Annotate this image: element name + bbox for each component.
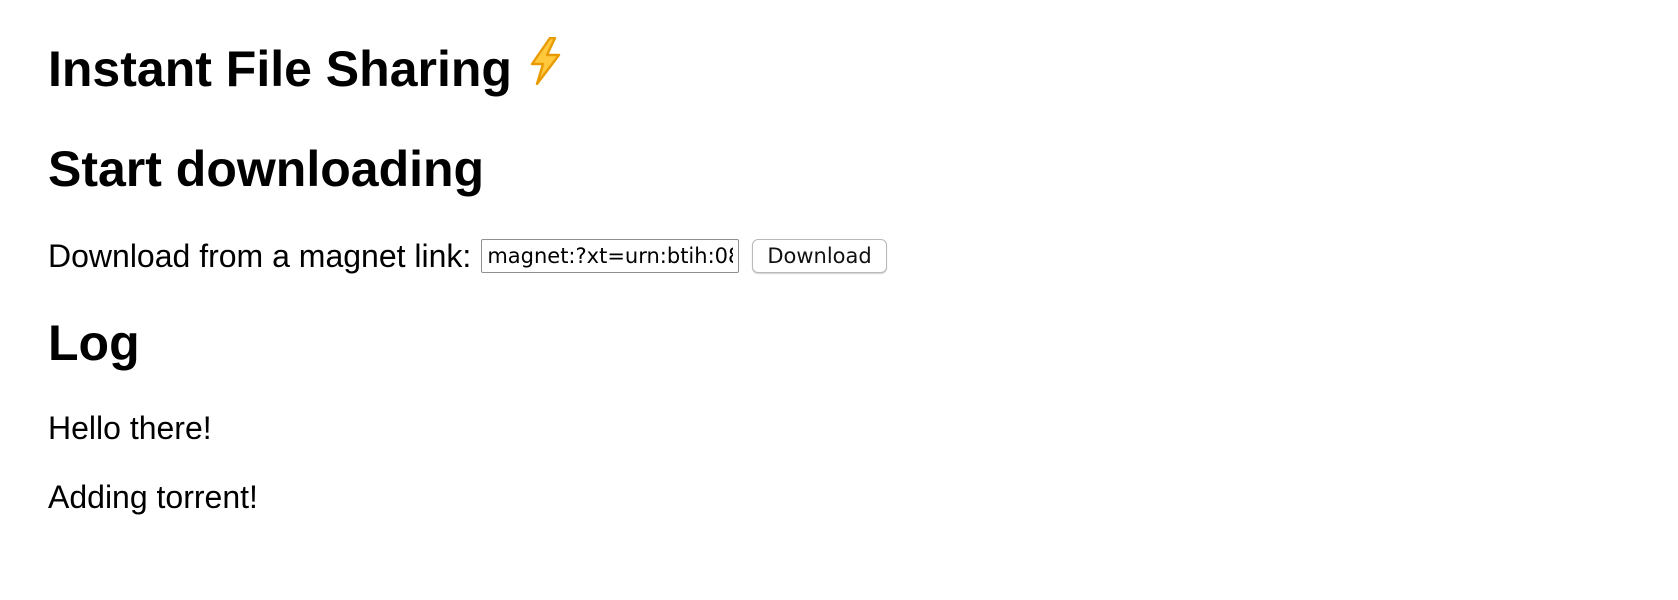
- log-entry: Hello there!: [48, 410, 212, 446]
- log-heading: Log: [48, 315, 140, 371]
- magnet-download-form: Download from a magnet link: Download: [48, 236, 887, 276]
- start-downloading-heading: Start downloading: [48, 141, 485, 197]
- page-title-text: Instant File Sharing: [48, 41, 512, 97]
- log-entry: Adding torrent!: [48, 479, 258, 515]
- download-button[interactable]: Download: [752, 239, 887, 273]
- high-voltage-icon: [526, 36, 564, 99]
- page-title: Instant File Sharing: [48, 36, 564, 100]
- magnet-link-input[interactable]: [481, 239, 740, 273]
- magnet-link-label: Download from a magnet link:: [48, 238, 472, 274]
